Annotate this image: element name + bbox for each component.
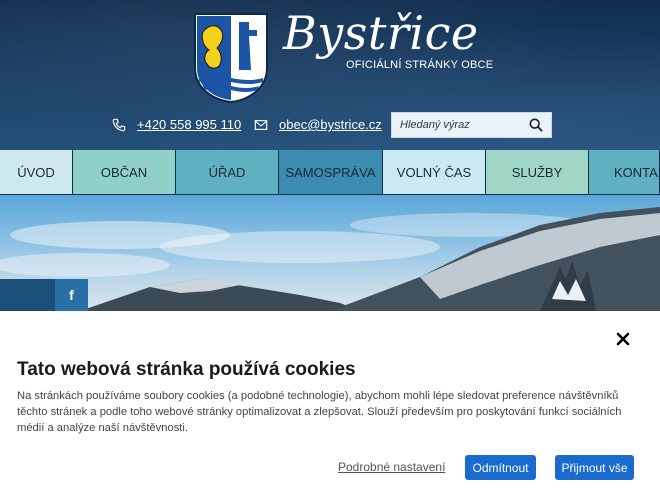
cookie-title: Tato webová stránka používá cookies bbox=[17, 359, 356, 380]
hero-banner bbox=[0, 195, 660, 311]
email-link[interactable]: obec@bystrice.cz bbox=[279, 117, 382, 132]
nav-item-volny-cas[interactable]: VOLNÝ ČAS bbox=[383, 150, 486, 194]
cookie-settings-link[interactable]: Podrobné nastavení bbox=[338, 460, 445, 474]
accept-all-cookies-button[interactable]: Přijmout vše bbox=[555, 455, 634, 480]
nav-item-uvod[interactable]: ÚVOD bbox=[0, 150, 73, 194]
search-box bbox=[391, 112, 552, 138]
contact-email: obec@bystrice.cz bbox=[254, 117, 382, 132]
main-navigation: ÚVOD OBČAN ÚŘAD SAMOSPRÁVA VOLNÝ ČAS SLU… bbox=[0, 150, 660, 195]
nav-item-kontakt[interactable]: KONTAKT bbox=[589, 150, 660, 194]
phone-link[interactable]: +420 558 995 110 bbox=[137, 117, 241, 132]
nav-item-obcan[interactable]: OBČAN bbox=[73, 150, 176, 194]
social-strip bbox=[0, 279, 55, 311]
facebook-icon[interactable]: f bbox=[55, 279, 88, 311]
site-title[interactable]: Bystřice bbox=[283, 6, 479, 60]
cookie-description: Na stránkách používáme soubory cookies (… bbox=[17, 390, 622, 434]
close-icon[interactable] bbox=[616, 332, 630, 346]
site-subtitle: OFICIÁLNÍ STRÁNKY OBCE bbox=[346, 59, 494, 71]
envelope-icon bbox=[254, 119, 268, 130]
phone-icon bbox=[112, 118, 126, 131]
nav-item-samosprava[interactable]: SAMOSPRÁVA bbox=[279, 150, 383, 194]
site-header: Bystřice OFICIÁLNÍ STRÁNKY OBCE +420 558… bbox=[0, 0, 660, 150]
cookie-consent-panel: Tato webová stránka používá cookies Na s… bbox=[0, 311, 660, 500]
search-icon[interactable] bbox=[529, 118, 543, 132]
hero-landscape-image bbox=[0, 207, 660, 311]
reject-cookies-button[interactable]: Odmítnout bbox=[465, 455, 536, 480]
contact-phone: +420 558 995 110 bbox=[112, 117, 241, 132]
nav-item-urad[interactable]: ÚŘAD bbox=[176, 150, 279, 194]
nav-item-sluzby[interactable]: SLUŽBY bbox=[486, 150, 589, 194]
coat-of-arms-logo[interactable] bbox=[191, 10, 271, 104]
search-input[interactable] bbox=[392, 113, 522, 137]
